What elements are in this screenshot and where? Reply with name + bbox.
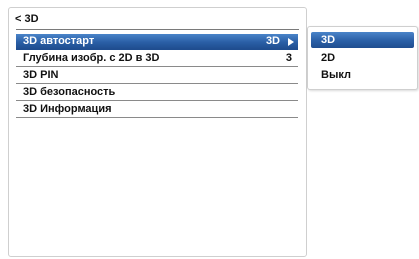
- menu-item-depth-2d-3d[interactable]: Глубина изобр. с 2D в 3D 3: [16, 51, 298, 67]
- menu-item-label: 3D автостарт: [23, 35, 95, 47]
- menu-item-label: 3D Информация: [23, 103, 112, 115]
- menu-list: 3D автостарт 3D Глубина изобр. с 2D в 3D…: [16, 34, 298, 119]
- menu-item-label: 3D PIN: [23, 69, 59, 81]
- menu-item-3d-info[interactable]: 3D Информация: [16, 102, 298, 118]
- autostart-options-popup: 3D 2D Выкл: [307, 26, 418, 90]
- menu-item-value: 3D: [265, 35, 280, 47]
- menu-item-3d-autostart[interactable]: 3D автостарт 3D: [16, 34, 298, 50]
- menu-item-label: 3D безопасность: [23, 86, 116, 98]
- menu-item-label: Глубина изобр. с 2D в 3D: [23, 52, 160, 64]
- header-divider: [16, 29, 299, 30]
- menu-item-value: 3: [285, 52, 292, 64]
- option-2d[interactable]: 2D: [311, 50, 414, 66]
- menu-item-3d-safety[interactable]: 3D безопасность: [16, 85, 298, 101]
- settings-panel: < 3D 3D автостарт 3D Глубина изобр. с 2D…: [8, 7, 307, 257]
- option-3d[interactable]: 3D: [311, 32, 414, 48]
- option-off[interactable]: Выкл: [311, 67, 414, 83]
- back-header[interactable]: < 3D: [15, 12, 39, 26]
- chevron-right-icon: [288, 38, 294, 46]
- menu-item-3d-pin[interactable]: 3D PIN: [16, 68, 298, 84]
